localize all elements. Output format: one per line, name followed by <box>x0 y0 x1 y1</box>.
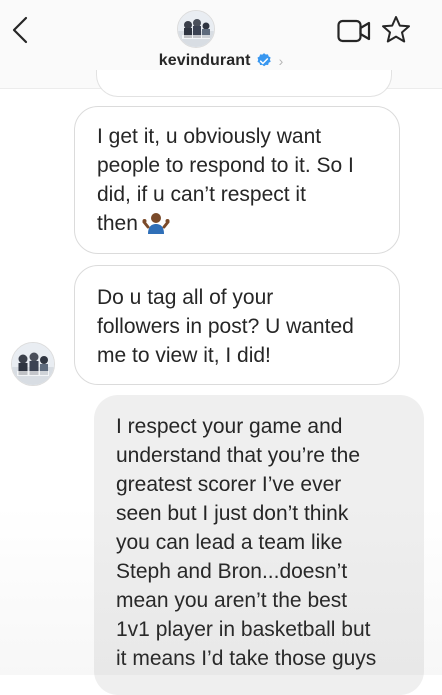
message-bubble-outgoing[interactable]: I get it, u obviously want people to res… <box>74 106 400 254</box>
message-line: understand that you’re the <box>116 444 361 467</box>
video-camera-icon <box>337 19 371 43</box>
message-line: greatest scorer I’ve ever <box>116 473 342 496</box>
message-line: me to view it, I did! <box>97 344 271 367</box>
profile-link[interactable]: kevindurant › <box>0 50 442 72</box>
message-line: I respect your game and <box>116 415 343 438</box>
star-icon <box>382 16 410 43</box>
header-avatar[interactable] <box>177 10 215 48</box>
message-line: seen but I just don’t think <box>116 502 349 525</box>
message-line: it means I’d take those guys <box>116 647 377 670</box>
message-line: you can lead a team like <box>116 531 343 554</box>
video-call-button[interactable] <box>337 17 371 45</box>
message-line: then <box>97 209 381 238</box>
back-button[interactable] <box>10 14 34 46</box>
username: kevindurant <box>158 52 251 69</box>
message-line: Steph and Bron...doesn’t <box>116 560 348 583</box>
verified-badge-icon <box>257 53 271 67</box>
star-button[interactable] <box>380 14 412 46</box>
message-line: followers in post? U wanted <box>97 315 354 338</box>
person-shrugging-icon <box>142 213 170 234</box>
message-bubble-outgoing[interactable]: Do u tag all of your followers in post? … <box>74 265 400 385</box>
message-line: Do u tag all of your <box>97 286 274 309</box>
chevron-left-icon <box>12 16 28 44</box>
message-line: mean you aren’t the best <box>116 589 348 612</box>
message-line: did, if u can’t respect it <box>97 183 306 206</box>
message-bubble-incoming[interactable]: I respect your game and understand that … <box>94 395 424 695</box>
sender-avatar[interactable] <box>11 342 55 386</box>
message-line: 1v1 player in basketball but <box>116 618 371 641</box>
message-line: I get it, u obviously want <box>97 125 322 148</box>
previous-message-bubble <box>96 70 392 97</box>
chevron-right-icon: › <box>278 53 284 69</box>
message-line: people to respond to it. So I <box>97 154 354 177</box>
